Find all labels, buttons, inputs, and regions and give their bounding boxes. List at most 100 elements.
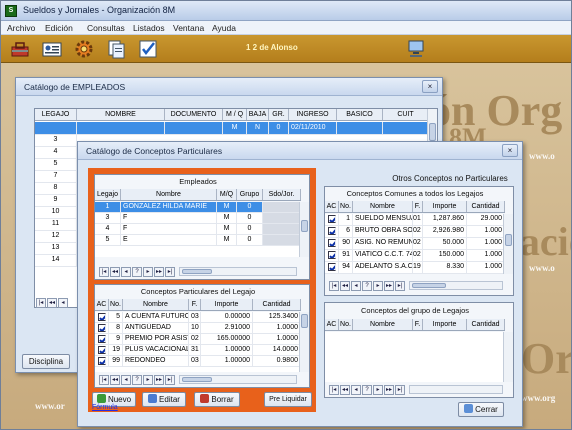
- nav-first-button[interactable]: |◂: [329, 385, 339, 395]
- col-ac[interactable]: AC: [95, 299, 109, 310]
- particulares-vscroll[interactable]: [299, 312, 309, 372]
- cerrar-button[interactable]: Cerrar: [458, 402, 504, 417]
- col-no[interactable]: No.: [109, 299, 123, 310]
- col-sdo-jor[interactable]: Sdo/Jor.: [263, 189, 301, 200]
- active-checkbox[interactable]: [97, 313, 106, 321]
- nav-next-button[interactable]: ▸: [373, 385, 383, 395]
- particulares-hscroll[interactable]: [179, 375, 297, 384]
- particulares-grid[interactable]: Conceptos Particulares del Legajo AC No.…: [94, 284, 310, 388]
- nav-first-button[interactable]: |◂: [329, 281, 339, 291]
- conceptos-close-button[interactable]: ×: [502, 144, 518, 157]
- table-row[interactable]: 5 E M 0: [95, 235, 301, 246]
- nav-next-page-button[interactable]: ▸▸: [154, 267, 164, 277]
- table-row[interactable]: 4 F M 0: [95, 224, 301, 235]
- nav-prev-page-button[interactable]: ◂◂: [47, 298, 57, 308]
- nav-prev-page-button[interactable]: ◂◂: [110, 267, 120, 277]
- nav-last-button[interactable]: ▸|: [165, 375, 175, 385]
- nav-last-button[interactable]: ▸|: [395, 281, 405, 291]
- empleados-subgrid-vscroll[interactable]: [299, 202, 309, 257]
- nav-next-page-button[interactable]: ▸▸: [384, 281, 394, 291]
- toolbox-button[interactable]: [9, 38, 31, 60]
- table-row[interactable]: 94 ADELANTO S.A.C. 19 8.330 1.000: [325, 262, 505, 274]
- nav-search-button[interactable]: ?: [362, 281, 372, 291]
- menu-archivo[interactable]: Archivo: [7, 23, 35, 33]
- checklist-button[interactable]: [137, 38, 159, 60]
- editar-button[interactable]: Editar: [142, 392, 186, 407]
- col-mq[interactable]: M/Q: [217, 189, 237, 200]
- active-checkbox[interactable]: [327, 227, 336, 235]
- table-row[interactable]: 91 VIATICO C.C.T. 74/5 02 150.000 1.000: [325, 250, 505, 262]
- col-importe[interactable]: Importe: [423, 201, 467, 212]
- nav-first-button[interactable]: |◂: [99, 375, 109, 385]
- grupo-hscroll[interactable]: [409, 385, 503, 394]
- col-cantidad[interactable]: Cantidad: [467, 201, 505, 212]
- nav-prev-page-button[interactable]: ◂◂: [340, 385, 350, 395]
- nav-next-page-button[interactable]: ▸▸: [384, 385, 394, 395]
- empleados-close-button[interactable]: ×: [422, 80, 438, 93]
- table-row[interactable]: 8 ANTIGÜEDAD 10 2.91000 1.0000: [95, 323, 301, 334]
- formula-link[interactable]: Fórmula: [92, 404, 118, 411]
- nav-prev-button[interactable]: ◂: [121, 267, 131, 277]
- nav-prev-button[interactable]: ◂: [121, 375, 131, 385]
- col-legajo[interactable]: Legajo: [95, 189, 121, 200]
- col-f[interactable]: F.: [189, 299, 201, 310]
- table-row[interactable]: 5 A CUENTA FUTURO 03 0.00000 125.3400: [95, 312, 301, 323]
- menu-consultas[interactable]: Consultas: [87, 23, 125, 33]
- nav-prev-page-button[interactable]: ◂◂: [340, 281, 350, 291]
- menu-edicion[interactable]: Edición: [45, 23, 73, 33]
- col-baja[interactable]: BAJA: [247, 109, 269, 120]
- table-row[interactable]: 90 ASIG. NO REMUNE 02 50.000 1.000: [325, 238, 505, 250]
- col-gr[interactable]: GR.: [269, 109, 289, 120]
- col-ingreso[interactable]: INGRESO: [289, 109, 337, 120]
- nav-search-button[interactable]: ?: [362, 385, 372, 395]
- nav-last-button[interactable]: ▸|: [395, 385, 405, 395]
- col-nombre[interactable]: Nombre: [353, 201, 413, 212]
- table-row[interactable]: 1 GONZALEZ HILDA MARIE M 0: [95, 202, 301, 213]
- table-row[interactable]: M N 0 02/11/2010: [35, 122, 429, 135]
- empleados-subgrid-hscroll[interactable]: [179, 267, 297, 276]
- active-checkbox[interactable]: [97, 335, 106, 343]
- table-row[interactable]: 6 BRUTO OBRA SOCI 02 2,926.980 1.000: [325, 226, 505, 238]
- nav-next-button[interactable]: ▸: [143, 267, 153, 277]
- col-nombre[interactable]: Nombre: [123, 299, 189, 310]
- comunes-hscroll[interactable]: [409, 281, 503, 290]
- active-checkbox[interactable]: [97, 357, 106, 365]
- borrar-button[interactable]: Borrar: [194, 392, 240, 407]
- settings-button[interactable]: [73, 38, 95, 60]
- col-basico[interactable]: BASICO: [337, 109, 383, 120]
- col-documento[interactable]: DOCUMENTO: [165, 109, 223, 120]
- active-checkbox[interactable]: [327, 239, 336, 247]
- comunes-grid[interactable]: Conceptos Comunes a todos los Legajos AC…: [324, 186, 514, 296]
- col-ac[interactable]: AC: [325, 201, 339, 212]
- active-checkbox[interactable]: [97, 346, 106, 354]
- table-row[interactable]: 99 REDONDEO 03 1.00000 0.9800: [95, 356, 301, 367]
- menu-ayuda[interactable]: Ayuda: [212, 23, 236, 33]
- nav-prev-button[interactable]: ◂: [351, 385, 361, 395]
- col-ac[interactable]: AC: [325, 319, 339, 330]
- col-legajo[interactable]: LEGAJO: [35, 109, 77, 120]
- menu-listados[interactable]: Listados: [133, 23, 165, 33]
- col-nombre[interactable]: NOMBRE: [77, 109, 165, 120]
- nav-next-button[interactable]: ▸: [373, 281, 383, 291]
- active-checkbox[interactable]: [97, 324, 106, 332]
- col-importe[interactable]: Importe: [201, 299, 253, 310]
- menu-ventana[interactable]: Ventana: [173, 23, 204, 33]
- disciplina-button[interactable]: Disciplina: [22, 354, 70, 369]
- nav-prev-button[interactable]: ◂: [351, 281, 361, 291]
- col-mq[interactable]: M / Q: [223, 109, 247, 120]
- empleados-subgrid[interactable]: Empleados Legajo Nombre M/Q Grupo Sdo/Jo…: [94, 174, 310, 280]
- nav-search-button[interactable]: ?: [132, 375, 142, 385]
- nav-last-button[interactable]: ▸|: [165, 267, 175, 277]
- documents-button[interactable]: [105, 38, 127, 60]
- col-no[interactable]: No.: [339, 201, 353, 212]
- active-checkbox[interactable]: [327, 215, 336, 223]
- col-importe[interactable]: Importe: [423, 319, 467, 330]
- nav-search-button[interactable]: ?: [132, 267, 142, 277]
- table-row[interactable]: 9 PREMIO POR ASIST 02 165.00000 1.0000: [95, 334, 301, 345]
- employee-card-button[interactable]: [41, 38, 63, 60]
- nav-first-button[interactable]: |◂: [99, 267, 109, 277]
- pre-liquidar-button[interactable]: Pre Liquidar: [264, 392, 312, 407]
- nav-next-button[interactable]: ▸: [143, 375, 153, 385]
- col-nombre[interactable]: Nombre: [121, 189, 217, 200]
- col-cantidad[interactable]: Cantidad: [253, 299, 301, 310]
